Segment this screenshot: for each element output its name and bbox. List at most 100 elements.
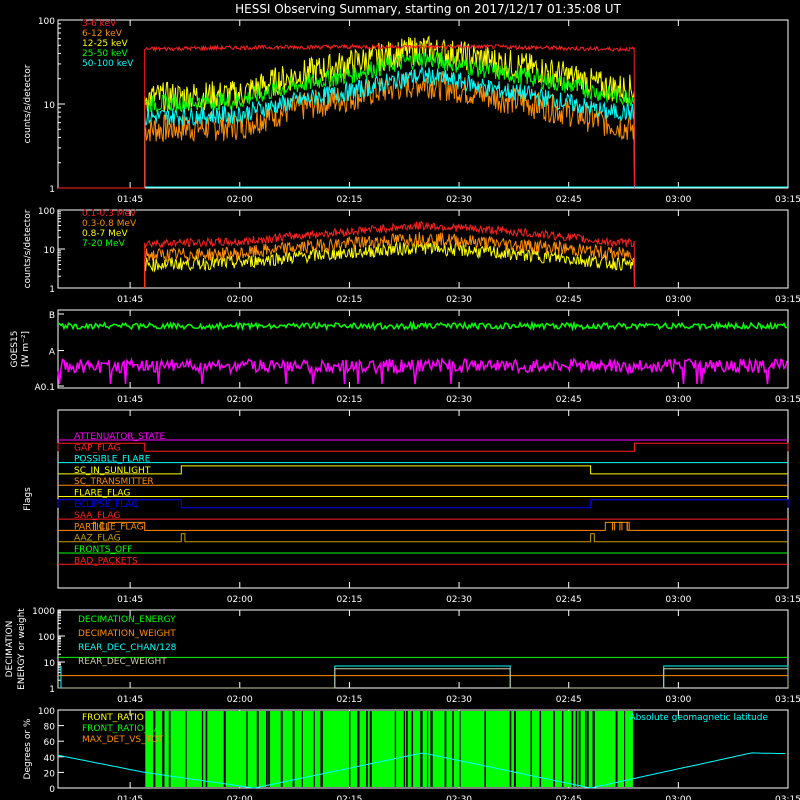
panel-frame [57, 309, 789, 389]
flag-label: BAD_PACKETS [74, 556, 138, 566]
y-tick-label: 1 [49, 185, 55, 195]
x-tick-label: 02:00 [227, 695, 253, 705]
flag-line [57, 442, 789, 452]
x-tick-label: 03:00 [665, 795, 691, 800]
legend-entry: 6-12 keV [82, 29, 123, 39]
x-tick-label: 01:45 [117, 695, 143, 705]
flag-label: FRONTS_OFF [74, 545, 132, 555]
panel-decimation: 01:45 02:00 02:15 02:30 02:45 03:00 03:15 DECIM… [5, 607, 800, 705]
panel-lightcurve-high: 01:45 02:00 02:15 02:30 02:45 03:00 03:15 count… [23, 207, 800, 305]
x-tick-label: 01:45 [117, 795, 143, 800]
x-tick-label: 02:15 [336, 695, 362, 705]
x-tick-label: 01:45 [117, 595, 143, 605]
flag-label: PARTICLE_FLAG [74, 522, 144, 532]
x-tick-label: 03:15 [775, 695, 800, 705]
y-tick-label: 100 [38, 633, 55, 643]
y-axis-label-2: ENERGY or weight [17, 608, 27, 690]
legend-entry: 0.8-7 MeV [82, 229, 128, 239]
goes-short-line [57, 356, 788, 385]
legend-entry: DECIMATION_WEIGHT [78, 629, 176, 639]
flag-line [58, 521, 788, 531]
flag-line [58, 533, 788, 543]
x-tick-label: 03:00 [665, 195, 691, 205]
y-tick-label: B [49, 311, 55, 321]
y-axis-label: Degrees or % [23, 718, 33, 779]
x-tick-label: 02:00 [227, 595, 253, 605]
x-tick-label: 01:45 [117, 295, 143, 305]
panel-flags: 01:45 02:00 02:15 02:30 02:45 03:00 03:15 Flags… [23, 409, 800, 605]
flag-label: SC_TRANSMITTER [74, 477, 154, 487]
x-tick-label: 01:45 [117, 395, 143, 405]
y-axis-label: DECIMATION [5, 621, 15, 678]
y-tick-label: 1 [49, 685, 55, 695]
legend-entry: 3-6 keV [82, 19, 117, 29]
flag-line [57, 499, 789, 509]
x-tick-label: 02:30 [446, 395, 472, 405]
y-axis-label: GOES15 [10, 331, 20, 368]
x-tick-label: 02:45 [556, 195, 582, 205]
series-line [144, 69, 635, 189]
x-tick-label: 02:45 [556, 295, 582, 305]
x-tick-label: 01:45 [117, 195, 143, 205]
flag-label: GAP_FLAG [74, 443, 120, 453]
x-tick-label: 02:45 [556, 395, 582, 405]
x-tick-label: 03:00 [665, 395, 691, 405]
x-tick-label: 02:30 [446, 595, 472, 605]
y-tick-label: 1000 [32, 607, 55, 617]
legend-entry: MAX_DET_VS_TOT [82, 735, 164, 745]
y-tick-label: 40 [44, 754, 56, 764]
panel-frame [57, 409, 789, 589]
flag-label: ATTENUATOR_STATE [74, 432, 166, 442]
y-tick-label: A [49, 348, 56, 358]
x-tick-label: 02:15 [336, 295, 362, 305]
x-tick-label: 03:15 [775, 195, 800, 205]
x-tick-label: 02:00 [227, 395, 253, 405]
legend-entry: 7-20 MeV [82, 239, 126, 249]
x-tick-label: 02:00 [227, 295, 253, 305]
y-tick-label: 10 [44, 101, 56, 111]
legend-entry: Absolute geomagnetic latitude [629, 713, 768, 723]
x-tick-label: 03:15 [775, 395, 800, 405]
x-tick-label: 03:15 [775, 795, 800, 800]
x-tick-label: 02:15 [336, 195, 362, 205]
flag-spike [612, 521, 616, 531]
x-tick-label: 02:00 [227, 195, 253, 205]
y-tick-label: 0 [49, 785, 55, 795]
flag-label: ECLIPSE_FLAG [74, 500, 138, 510]
observing-summary-figure: HESSI Observing Summary, starting on 201… [5, 2, 800, 800]
y-axis-label: counts/s/detector [23, 209, 33, 288]
y-axis-unit: [W m⁻²] [21, 331, 31, 367]
x-tick-label: 02:15 [336, 395, 362, 405]
y-tick-label: 10 [44, 246, 56, 256]
x-tick-label: 02:45 [556, 795, 582, 800]
panel-ratios: 01:45 02:00 02:15 02:30 02:45 03:00 03:15 Degre… [23, 707, 800, 800]
x-tick-label: 02:30 [446, 695, 472, 705]
panel-lightcurve-low: 01:45 02:00 02:15 02:30 02:45 03:00 03:15 count… [23, 17, 800, 205]
legend-entry: FRONT_RATIO_1/2 [82, 724, 163, 734]
x-tick-label: 02:30 [446, 195, 472, 205]
legend-entry: FRONT_RATIO [82, 713, 144, 723]
y-tick-label: 20 [44, 769, 56, 779]
flag-label: FLARE_FLAG [74, 489, 130, 499]
flag-label: SAA_FLAG [74, 511, 120, 521]
front-ratio-band [144, 711, 635, 787]
flag-label: POSSIBLE_FLARE [74, 455, 151, 465]
y-tick-label: 100 [38, 17, 55, 27]
x-tick-label: 02:00 [227, 795, 253, 800]
series-line [58, 43, 635, 189]
x-tick-label: 02:30 [446, 795, 472, 800]
legend-entry: REAR_DEC_WEIGHT [78, 657, 167, 667]
legend-entry: 12-25 keV [82, 39, 128, 49]
panel-goes: 01:45 02:00 02:15 02:30 02:45 03:00 03:15 GOES1… [10, 309, 800, 405]
y-axis-label: Flags [23, 487, 33, 511]
x-tick-label: 03:00 [665, 695, 691, 705]
y-tick-label: 100 [38, 707, 55, 717]
y-tick-label: 10 [44, 659, 56, 669]
y-tick-label: 1 [49, 285, 55, 295]
flag-label: AAZ_FLAG [74, 534, 121, 544]
x-tick-label: 02:45 [556, 595, 582, 605]
x-tick-label: 02:45 [556, 695, 582, 705]
x-tick-label: 02:15 [336, 795, 362, 800]
x-tick-label: 03:00 [665, 595, 691, 605]
legend-entry: DECIMATION_ENERGY [78, 615, 176, 625]
